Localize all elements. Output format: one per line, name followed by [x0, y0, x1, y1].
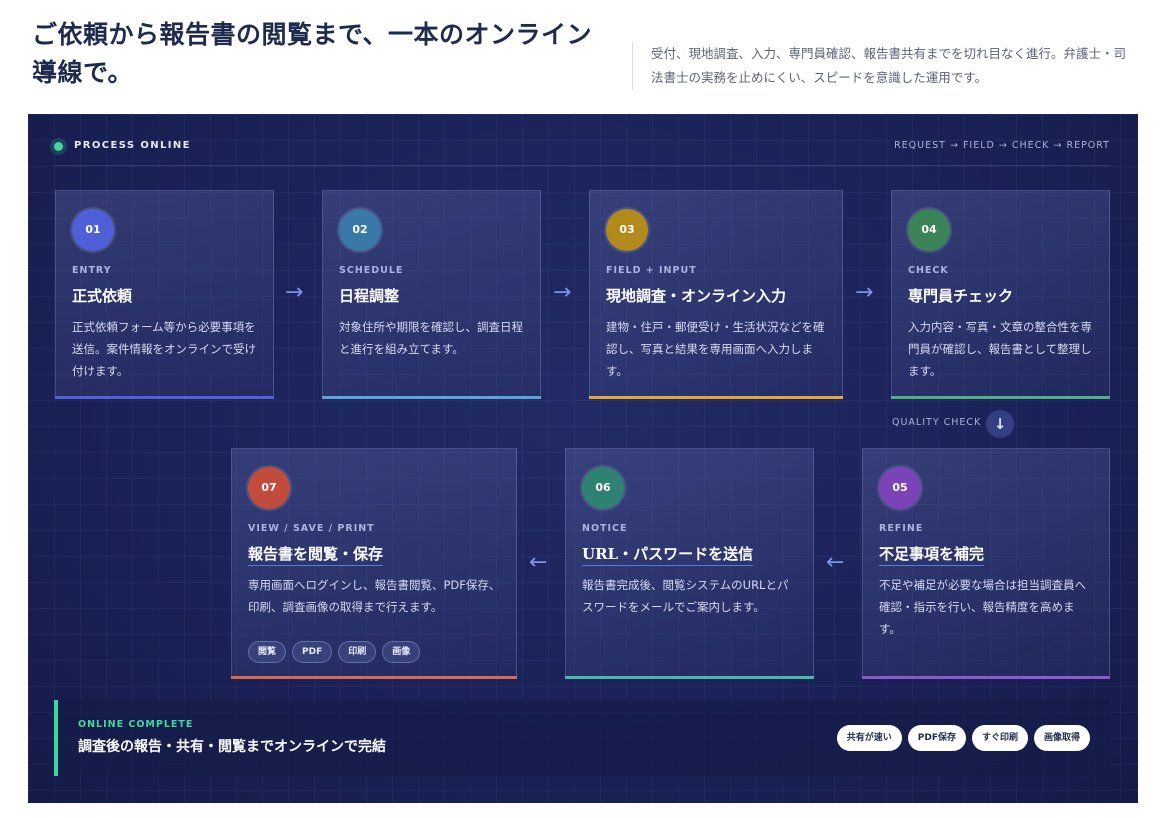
step-card-05: 05 REFINE 不足事項を補完 不足や補足が必要な場合は担当調査員へ確認・指… — [862, 448, 1110, 679]
pill-pdf-save[interactable]: PDF保存 — [907, 725, 966, 751]
step-description: 専用画面へログインし、報告書閲覧、PDF保存、印刷、調査画像の取得まで行えます。 — [248, 578, 501, 614]
flow-summary: REQUEST → FIELD → CHECK → REPORT — [894, 140, 1110, 151]
arrow-right-icon: → — [553, 280, 572, 305]
chip-print[interactable]: 印刷 — [338, 641, 377, 663]
step-tag: FIELD + INPUT — [606, 265, 697, 276]
step-tag: NOTICE — [582, 523, 628, 534]
pill-fast-share[interactable]: 共有が速い — [836, 725, 902, 751]
chip-pdf[interactable]: PDF — [292, 641, 333, 663]
step-title: 報告書を閲覧・保存 — [248, 543, 384, 566]
step-number-badge: 03 — [606, 209, 648, 251]
step-title: 専門員チェック — [908, 287, 1014, 305]
step-number-badge: 04 — [908, 209, 950, 251]
step-description: 建物・住戸・郵便受け・生活状況などを確認し、写真と結果を専用画面へ入力します。 — [606, 320, 825, 378]
step-tag: ENTRY — [72, 265, 112, 276]
chip-image[interactable]: 画像 — [382, 641, 421, 663]
step-title: 日程調整 — [339, 287, 400, 305]
step-card-03: 03 FIELD + INPUT 現地調査・オンライン入力 建物・住戸・郵便受け… — [589, 190, 843, 399]
step-accent-bar — [322, 396, 541, 399]
step-accent-bar — [55, 396, 274, 399]
step-number-badge: 02 — [339, 209, 381, 251]
step-tag: SCHEDULE — [339, 265, 404, 276]
step-accent-bar — [565, 676, 814, 679]
step-title: 不足事項を補完 — [879, 543, 985, 566]
feature-chips: 閲覧 PDF 印刷 画像 — [248, 641, 421, 663]
step-card-04: 04 CHECK 専門員チェック 入力内容・写真・文章の整合性を専門員が確認し、… — [891, 190, 1110, 399]
step-card-02: 02 SCHEDULE 日程調整 対象住所や期限を確認し、調査日程と進行を組み立… — [322, 190, 541, 399]
arrow-left-icon: ← — [529, 550, 548, 575]
benefit-pills: 共有が速い PDF保存 すぐ印刷 画像取得 — [836, 725, 1090, 751]
step-title: 正式依頼 — [72, 287, 133, 305]
page-description: 受付、現地調査、入力、専門員確認、報告書共有までを切れ目なく進行。弁護士・司法書… — [632, 42, 1132, 90]
step-number-badge: 05 — [879, 467, 921, 509]
panel-label: PROCESS ONLINE — [74, 140, 191, 151]
arrow-right-icon: → — [285, 280, 304, 305]
process-panel: PROCESS ONLINE REQUEST → FIELD → CHECK →… — [28, 114, 1138, 803]
step-tag: REFINE — [879, 523, 924, 534]
step-number-badge: 07 — [248, 467, 290, 509]
step-card-07: 07 VIEW / SAVE / PRINT 報告書を閲覧・保存 専用画面へログ… — [231, 448, 517, 679]
online-complete-banner: ONLINE COMPLETE 調査後の報告・共有・閲覧までオンラインで完結 共… — [54, 700, 1110, 776]
step-title: URL・パスワードを送信 — [582, 543, 754, 566]
step-description: 報告書完成後、閲覧システムのURLとパスワードをメールでご案内します。 — [582, 578, 789, 614]
step-card-06: 06 NOTICE URL・パスワードを送信 報告書完成後、閲覧システムのURL… — [565, 448, 814, 679]
chip-view[interactable]: 閲覧 — [248, 641, 287, 663]
online-status-dot-icon — [54, 142, 63, 151]
pill-image-get[interactable]: 画像取得 — [1033, 725, 1090, 751]
pill-quick-print[interactable]: すぐ印刷 — [971, 725, 1028, 751]
step-number-badge: 01 — [72, 209, 114, 251]
step-tag: CHECK — [908, 265, 949, 276]
step-number-badge: 06 — [582, 467, 624, 509]
arrow-left-icon: ← — [826, 550, 845, 575]
quality-check-label: QUALITY CHECK — [892, 417, 982, 428]
complete-title: 調査後の報告・共有・閲覧までオンラインで完結 — [78, 739, 386, 755]
complete-tag: ONLINE COMPLETE — [78, 719, 194, 730]
step-accent-bar — [862, 676, 1110, 679]
step-accent-bar — [589, 396, 843, 399]
step-description: 対象住所や期限を確認し、調査日程と進行を組み立てます。 — [339, 320, 523, 356]
step-card-01: 01 ENTRY 正式依頼 正式依頼フォーム等から必要事項を送信。案件情報をオン… — [55, 190, 274, 399]
step-accent-bar — [231, 676, 517, 679]
page-title: ご依頼から報告書の閲覧まで、一本のオンライン導線で。 — [32, 20, 593, 87]
panel-header: PROCESS ONLINE REQUEST → FIELD → CHECK →… — [54, 136, 1110, 166]
step-tag: VIEW / SAVE / PRINT — [248, 523, 375, 534]
step-title: 現地調査・オンライン入力 — [606, 287, 787, 305]
step-description: 不足や補足が必要な場合は担当調査員へ確認・指示を行い、報告精度を高めます。 — [879, 578, 1086, 636]
step-description: 入力内容・写真・文章の整合性を専門員が確認し、報告書として整理します。 — [908, 320, 1092, 378]
arrow-down-icon: ↓ — [986, 410, 1014, 438]
arrow-right-icon: → — [855, 280, 874, 305]
step-accent-bar — [891, 396, 1110, 399]
step-description: 正式依頼フォーム等から必要事項を送信。案件情報をオンラインで受け付けます。 — [72, 320, 256, 378]
